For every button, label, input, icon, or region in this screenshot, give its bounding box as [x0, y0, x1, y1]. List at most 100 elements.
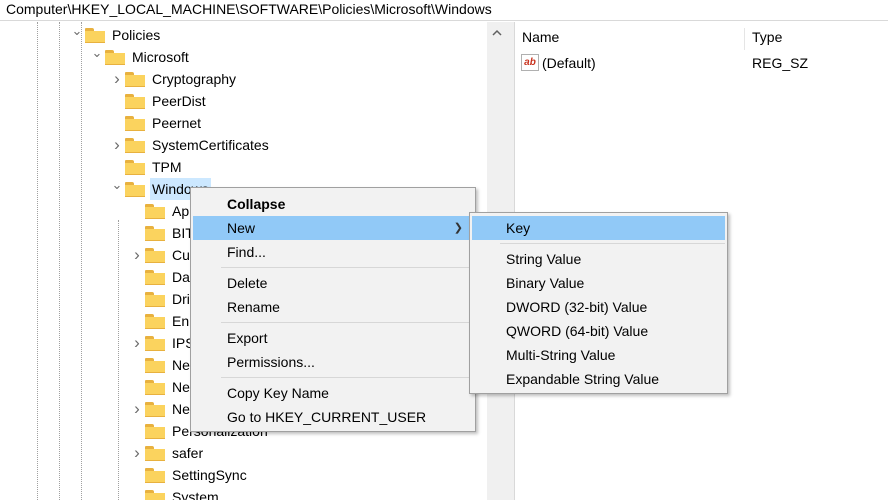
menu-separator — [221, 322, 473, 323]
chevron-right-icon[interactable]: › — [130, 398, 144, 420]
tree-node-label: safer — [172, 445, 204, 461]
tree-node-label: Da — [172, 269, 190, 285]
list-item[interactable]: ab (Default) REG_SZ — [515, 52, 888, 74]
chevron-down-icon[interactable]: ⌄ — [110, 178, 124, 200]
submenu-item-key[interactable]: Key — [472, 216, 725, 240]
menu-item-label: Find... — [227, 244, 266, 260]
folder-icon — [145, 490, 165, 500]
submenu-item-qword-value[interactable]: QWORD (64-bit) Value — [472, 319, 725, 343]
folder-icon — [125, 182, 145, 197]
menu-item-copy-key-name[interactable]: Copy Key Name — [193, 381, 473, 405]
tree-node-label: System — [172, 489, 219, 500]
chevron-up-icon[interactable] — [487, 22, 507, 42]
menu-item-delete[interactable]: Delete — [193, 271, 473, 295]
menu-separator — [500, 243, 725, 244]
menu-item-new[interactable]: New ❯ — [193, 216, 473, 240]
tree-node-label: Ne — [172, 357, 190, 373]
folder-icon — [145, 446, 165, 461]
column-header-name[interactable]: Name — [522, 29, 559, 45]
submenu-item-expandable-string-value[interactable]: Expandable String Value — [472, 367, 725, 391]
new-submenu: Key String Value Binary Value DWORD (32-… — [469, 212, 728, 394]
folder-icon — [145, 204, 165, 219]
tree-node-label: PeerDist — [152, 93, 206, 109]
folder-icon — [125, 160, 145, 175]
chevron-right-icon[interactable]: › — [130, 332, 144, 354]
tree-node-label: Policies — [112, 27, 161, 43]
menu-item-collapse[interactable]: Collapse — [193, 192, 473, 216]
menu-item-go-to-hkcu[interactable]: Go to HKEY_CURRENT_USER — [193, 405, 473, 429]
menu-item-label: New — [227, 220, 256, 236]
tree-node-label: Ne — [172, 379, 190, 395]
folder-icon — [145, 402, 165, 417]
tree-node-label: Ne — [172, 401, 190, 417]
submenu-item-label: String Value — [506, 251, 582, 267]
ab-string-icon: ab — [521, 54, 539, 71]
menu-item-label: Delete — [227, 275, 268, 291]
submenu-item-label: Multi-String Value — [506, 347, 616, 363]
list-header: Name Type — [515, 22, 888, 52]
submenu-item-label: Key — [506, 220, 531, 236]
folder-icon — [105, 50, 125, 65]
tree-node-label: TPM — [152, 159, 182, 175]
chevron-right-icon[interactable]: › — [110, 68, 124, 90]
menu-separator — [221, 377, 473, 378]
tree-node-label: Dri — [172, 291, 190, 307]
menu-item-permissions[interactable]: Permissions... — [193, 350, 473, 374]
chevron-right-icon[interactable]: › — [130, 442, 144, 464]
chevron-right-icon: ❯ — [453, 222, 463, 234]
submenu-item-label: DWORD (32-bit) Value — [506, 299, 648, 315]
tree-node-label: Peernet — [152, 115, 202, 131]
tree-node-label: SystemCertificates — [152, 137, 269, 153]
submenu-item-multi-string-value[interactable]: Multi-String Value — [472, 343, 725, 367]
folder-icon — [145, 314, 165, 329]
menu-item-export[interactable]: Export — [193, 326, 473, 350]
tree-node-label: Ap — [172, 203, 190, 219]
menu-item-label: Collapse — [227, 196, 286, 212]
folder-icon — [145, 468, 165, 483]
submenu-item-label: QWORD (64-bit) Value — [506, 323, 649, 339]
menu-item-label: Permissions... — [227, 354, 315, 370]
column-divider[interactable] — [744, 28, 745, 50]
folder-icon — [145, 424, 165, 439]
chevron-down-icon[interactable]: ⌄ — [70, 24, 84, 46]
submenu-item-string-value[interactable]: String Value — [472, 247, 725, 271]
menu-item-label: Go to HKEY_CURRENT_USER — [227, 409, 427, 425]
menu-item-label: Rename — [227, 299, 280, 315]
chevron-right-icon[interactable]: › — [110, 134, 124, 156]
folder-icon — [145, 270, 165, 285]
folder-icon — [145, 336, 165, 351]
submenu-item-binary-value[interactable]: Binary Value — [472, 271, 725, 295]
folder-icon — [125, 72, 145, 87]
address-path: Computer\HKEY_LOCAL_MACHINE\SOFTWARE\Pol… — [6, 1, 492, 17]
folder-icon — [145, 380, 165, 395]
chevron-right-icon[interactable]: › — [130, 244, 144, 266]
folder-icon — [145, 248, 165, 263]
tree-node-label: Cryptography — [152, 71, 237, 87]
folder-icon — [145, 292, 165, 307]
chevron-down-icon[interactable]: ⌄ — [90, 46, 104, 68]
submenu-item-dword-value[interactable]: DWORD (32-bit) Value — [472, 295, 725, 319]
folder-icon — [125, 138, 145, 153]
submenu-item-label: Expandable String Value — [506, 371, 660, 387]
context-menu: Collapse New ❯ Find... Delete Rename Expo… — [190, 187, 476, 432]
menu-item-label: Export — [227, 330, 268, 346]
menu-item-find[interactable]: Find... — [193, 240, 473, 264]
menu-separator — [221, 267, 473, 268]
tree-node-label: Microsoft — [132, 49, 189, 65]
address-bar[interactable]: Computer\HKEY_LOCAL_MACHINE\SOFTWARE\Pol… — [0, 0, 888, 21]
folder-icon — [85, 28, 105, 43]
menu-item-rename[interactable]: Rename — [193, 295, 473, 319]
folder-icon — [125, 116, 145, 131]
column-header-type[interactable]: Type — [752, 29, 782, 45]
folder-icon — [125, 94, 145, 109]
submenu-item-label: Binary Value — [506, 275, 585, 291]
